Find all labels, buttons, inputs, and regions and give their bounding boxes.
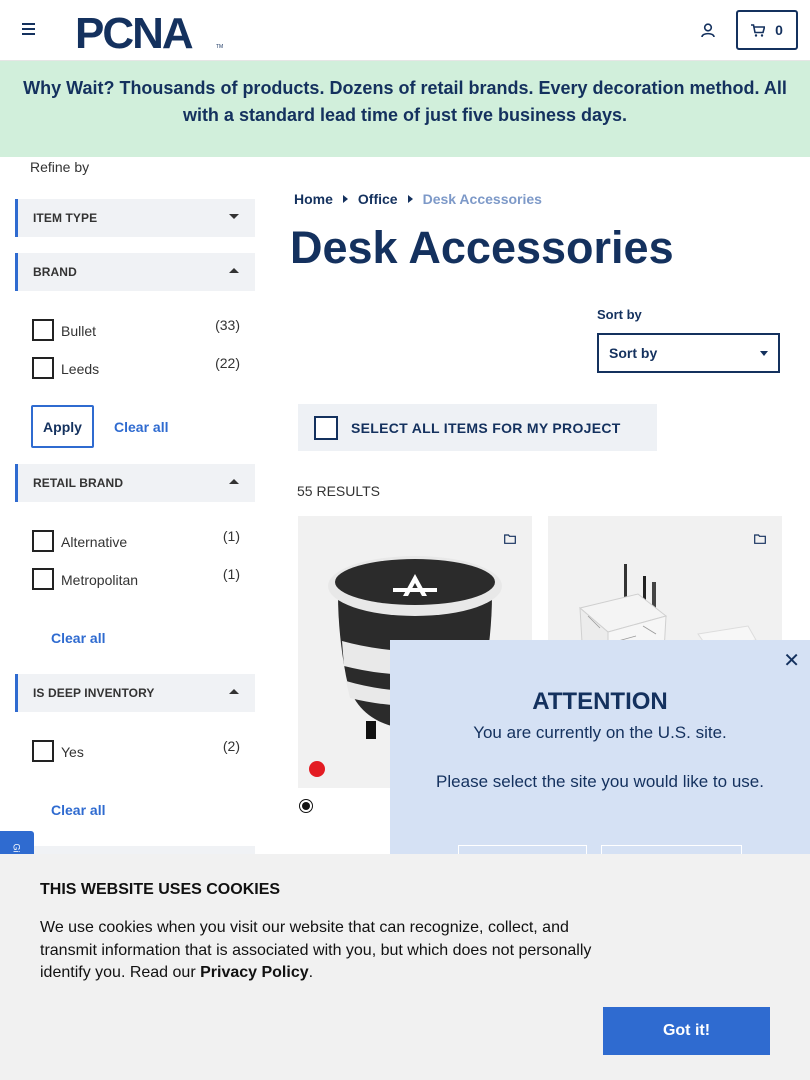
breadcrumb-home[interactable]: Home (294, 191, 333, 207)
filter-option-count: (1) (222, 528, 240, 544)
checkbox[interactable] (32, 319, 54, 341)
filter-option-count: (22) (215, 355, 240, 371)
cookie-text: We use cookies when you visit our websit… (40, 917, 600, 985)
sort-label: Sort by (597, 307, 642, 322)
filter-option-leeds[interactable]: Leeds (22) (32, 355, 242, 381)
svg-text:TM: TM (216, 44, 223, 50)
account-icon[interactable] (700, 22, 716, 38)
select-all-items[interactable]: SELECT ALL ITEMS FOR MY PROJECT (298, 404, 657, 451)
breadcrumb-office[interactable]: Office (358, 191, 398, 207)
checkbox[interactable] (32, 530, 54, 552)
clear-all-retail-brand-link[interactable]: Clear all (51, 630, 105, 646)
breadcrumb-current: Desk Accessories (422, 191, 542, 207)
modal-message: You are currently on the U.S. site. (473, 723, 727, 742)
filter-option-alternative[interactable]: Alternative (1) (32, 528, 242, 554)
facet-title: IS DEEP INVENTORY (33, 686, 155, 700)
checkbox[interactable] (32, 740, 54, 762)
cart-count: 0 (775, 22, 783, 38)
filter-option-label: Leeds (61, 361, 100, 377)
facet-item-type[interactable]: ITEM TYPE (15, 199, 255, 237)
add-to-project-icon[interactable] (504, 534, 516, 544)
side-tab-label: Gi (11, 843, 22, 853)
facet-title: BRAND (33, 265, 77, 279)
modal-instruction: Please select the site you would like to… (436, 772, 764, 791)
cookie-title: THIS WEBSITE USES COOKIES (40, 881, 281, 898)
chevron-down-icon (760, 351, 768, 356)
cookie-body: We use cookies when you visit our websit… (40, 919, 592, 981)
chevron-down-icon (229, 214, 239, 219)
select-all-label: SELECT ALL ITEMS FOR MY PROJECT (351, 419, 621, 436)
modal-title: ATTENTION (532, 688, 668, 715)
checkbox[interactable] (32, 357, 54, 379)
facet-title: ITEM TYPE (33, 211, 98, 225)
promo-banner: Why Wait? Thousands of products. Dozens … (0, 61, 810, 157)
refine-label: Refine by (30, 159, 90, 175)
privacy-policy-link[interactable]: Privacy Policy (200, 964, 309, 981)
cookie-period: . (308, 964, 314, 981)
apply-button[interactable]: Apply (31, 405, 94, 448)
filter-option-count: (2) (222, 738, 240, 754)
breadcrumb: Home Office Desk Accessories (294, 191, 542, 207)
promo-banner-text: Why Wait? Thousands of products. Dozens … (23, 78, 787, 125)
cart-icon (751, 23, 766, 37)
add-to-project-icon[interactable] (754, 534, 766, 544)
facet-brand[interactable]: BRAND (15, 253, 255, 291)
filter-option-yes[interactable]: Yes (2) (32, 738, 242, 764)
facet-title: RETAIL BRAND (33, 476, 124, 490)
sort-select-value: Sort by (609, 345, 658, 361)
clear-all-brand-link[interactable]: Clear all (114, 419, 168, 435)
filter-option-bullet[interactable]: Bullet (33) (32, 317, 242, 343)
chevron-up-icon (229, 268, 239, 273)
filter-option-label: Yes (61, 744, 84, 760)
sort-select[interactable]: Sort by (597, 333, 780, 373)
filter-option-label: Bullet (61, 323, 97, 339)
chevron-right-icon (407, 195, 413, 203)
site-select-modal: ✕ ATTENTION You are currently on the U.S… (390, 640, 810, 856)
page-title: Desk Accessories (290, 222, 674, 273)
close-icon[interactable]: ✕ (783, 648, 800, 673)
color-swatch-black[interactable] (299, 799, 313, 813)
clear-all-deep-inventory-link[interactable]: Clear all (51, 802, 105, 818)
filter-option-label: Alternative (61, 534, 128, 550)
chevron-right-icon (342, 195, 348, 203)
pcna-logo[interactable]: PCNA TM (75, 10, 225, 50)
select-all-checkbox[interactable] (314, 415, 338, 440)
hamburger-menu-icon[interactable] (22, 23, 35, 35)
filter-option-metropolitan[interactable]: Metropolitan (1) (32, 566, 242, 592)
svg-text:PCNA: PCNA (75, 10, 193, 50)
checkbox[interactable] (32, 568, 54, 590)
site-header: PCNA TM 0 (0, 0, 810, 61)
chevron-up-icon (229, 689, 239, 694)
filter-option-count: (33) (215, 317, 240, 333)
filter-option-label: Metropolitan (61, 572, 139, 588)
results-count: 55 RESULTS (297, 483, 380, 499)
facet-deep-inventory[interactable]: IS DEEP INVENTORY (15, 674, 255, 712)
chevron-up-icon (229, 479, 239, 484)
facet-retail-brand[interactable]: RETAIL BRAND (15, 464, 255, 502)
filter-option-count: (1) (222, 566, 240, 582)
accept-cookies-button[interactable]: Got it! (603, 1007, 770, 1055)
cart-button[interactable]: 0 (736, 10, 798, 50)
cookie-banner: THIS WEBSITE USES COOKIES We use cookies… (0, 854, 810, 1080)
